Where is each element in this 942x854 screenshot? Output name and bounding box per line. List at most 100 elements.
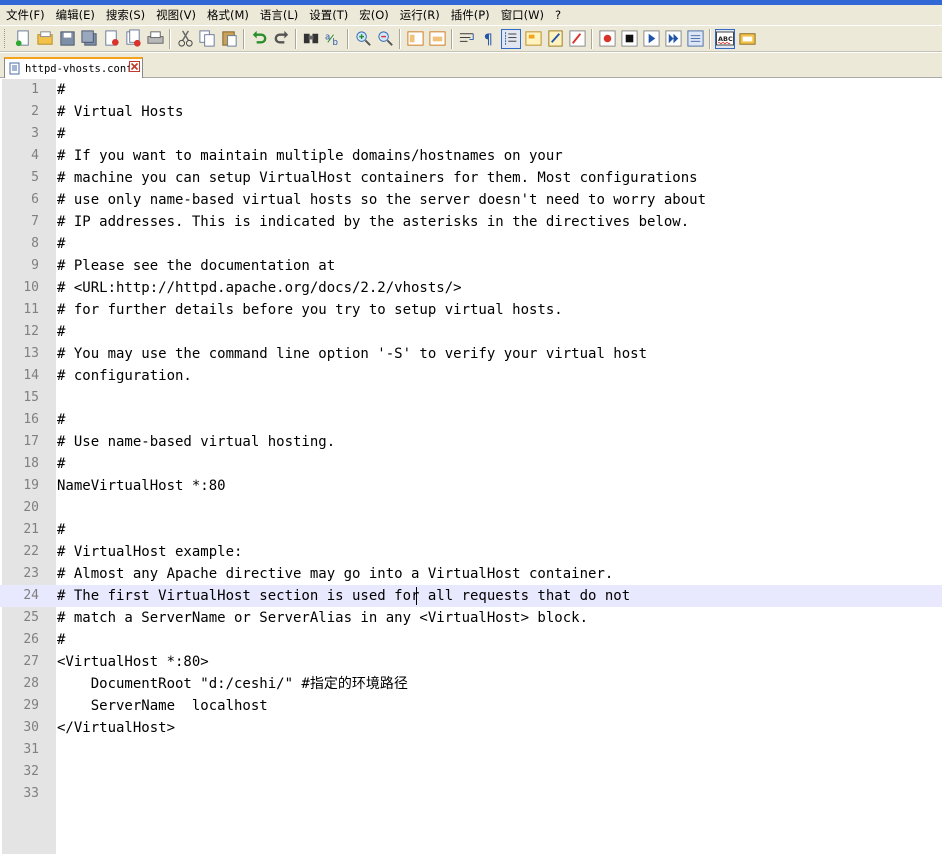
redo-icon[interactable]	[271, 29, 291, 49]
doc-map-icon[interactable]	[545, 29, 565, 49]
code-line[interactable]: 6 # use only name-based virtual hosts so …	[0, 189, 942, 211]
menu-item[interactable]: 编辑(E)	[50, 5, 100, 25]
code-line[interactable]: 23 # Almost any Apache directive may go i…	[0, 563, 942, 585]
toolbar-grip[interactable]	[4, 29, 8, 48]
code-line[interactable]: 27 <VirtualHost *:80>	[0, 651, 942, 673]
menu-item[interactable]: 宏(O)	[353, 5, 394, 25]
code-text: #	[57, 632, 66, 648]
line-number: 25	[23, 610, 39, 625]
code-line[interactable]: 17 # Use name-based virtual hosting.	[0, 431, 942, 453]
print-icon[interactable]	[145, 29, 165, 49]
code-text: # IP addresses. This is indicated by the…	[57, 214, 690, 230]
menu-item[interactable]: 设置(T)	[303, 5, 353, 25]
code-line[interactable]: 29 ServerName localhost	[0, 695, 942, 717]
tab-bar: httpd-vhosts.conf	[0, 53, 942, 78]
code-line[interactable]: 33	[0, 783, 942, 805]
new-file-icon[interactable]	[13, 29, 33, 49]
code-line[interactable]: 19 NameVirtualHost *:80	[0, 475, 942, 497]
save-macro-icon[interactable]	[685, 29, 705, 49]
close-all-icon[interactable]	[123, 29, 143, 49]
code-line[interactable]: 22 # VirtualHost example:	[0, 541, 942, 563]
code-line[interactable]: 12 #	[0, 321, 942, 343]
code-text: # Please see the documentation at	[57, 258, 336, 274]
paste-icon[interactable]	[219, 29, 239, 49]
code-line[interactable]: 14 # configuration.	[0, 365, 942, 387]
spell-check-icon[interactable]: ABC	[715, 28, 735, 49]
menu-item[interactable]: 文件(F)	[0, 5, 50, 25]
record-macro-icon[interactable]	[597, 29, 617, 49]
replace-icon[interactable]: ab	[323, 29, 343, 49]
text-editor[interactable]: 1 #2 # Virtual Hosts 3 #4 # If you want to ma…	[0, 79, 942, 854]
code-line[interactable]: 8 #	[0, 233, 942, 255]
line-number: 5	[31, 170, 39, 185]
menu-item[interactable]: 插件(P)	[445, 5, 495, 25]
indent-guide-icon[interactable]	[501, 28, 521, 49]
line-number: 26	[23, 632, 39, 647]
menu-item[interactable]: ?	[549, 5, 566, 25]
tab-httpd-vhosts[interactable]: httpd-vhosts.conf	[4, 57, 143, 78]
toolbar-separator	[451, 28, 453, 49]
open-file-icon[interactable]	[35, 29, 55, 49]
code-line[interactable]: 31	[0, 739, 942, 761]
menu-item[interactable]: 窗口(W)	[495, 5, 549, 25]
user-language-icon[interactable]	[523, 29, 543, 49]
find-icon[interactable]	[301, 29, 321, 49]
code-line[interactable]: 32	[0, 761, 942, 783]
code-line[interactable]: 30 </VirtualHost>	[0, 717, 942, 739]
line-number: 11	[23, 302, 39, 317]
menu-item[interactable]: 格式(M)	[201, 5, 254, 25]
code-line[interactable]: 1 #	[0, 79, 942, 101]
toolbar-separator	[347, 28, 349, 49]
save-icon[interactable]	[57, 29, 77, 49]
code-line[interactable]: 21 #	[0, 519, 942, 541]
code-line[interactable]: 7 # IP addresses. This is indicated by th…	[0, 211, 942, 233]
code-line[interactable]: 10 # <URL:http://httpd.apache.org/docs/2.…	[0, 277, 942, 299]
zoom-in-icon[interactable]	[353, 29, 373, 49]
stop-macro-icon[interactable]	[619, 29, 639, 49]
line-number: 8	[31, 236, 39, 251]
code-text: <VirtualHost *:80>	[57, 654, 209, 670]
code-line[interactable]: 11 # for further details before you try t…	[0, 299, 942, 321]
show-all-chars-icon[interactable]: ¶	[479, 29, 499, 49]
code-line[interactable]: 15	[0, 387, 942, 409]
code-line[interactable]: 3 #	[0, 123, 942, 145]
code-line[interactable]: 28 DocumentRoot "d:/ceshi/" #指定的环境路径	[0, 673, 942, 695]
code-line[interactable]: 5 # machine you can setup VirtualHost con…	[0, 167, 942, 189]
current-line[interactable]: 24 # The first VirtualHost section is use…	[0, 585, 942, 607]
code-line[interactable]: 18 #	[0, 453, 942, 475]
play-macro-icon[interactable]	[641, 29, 661, 49]
code-line[interactable]: 16 #	[0, 409, 942, 431]
preview-icon[interactable]	[737, 29, 757, 49]
code-line[interactable]: 25 # match a ServerName or ServerAlias in…	[0, 607, 942, 629]
code-line[interactable]: 13 # You may use the command line option …	[0, 343, 942, 365]
line-number: 15	[23, 390, 39, 405]
word-wrap-icon[interactable]	[457, 29, 477, 49]
code-line[interactable]: 4 # If you want to maintain multiple doma…	[0, 145, 942, 167]
copy-icon[interactable]	[197, 29, 217, 49]
code-text: # You may use the command line option '-…	[57, 346, 648, 362]
menu-item[interactable]: 语言(L)	[254, 5, 303, 25]
code-line[interactable]: 20	[0, 497, 942, 519]
save-all-icon[interactable]	[79, 29, 99, 49]
code-line[interactable]: 2 # Virtual Hosts	[0, 101, 942, 123]
sync-horizontal-icon[interactable]	[427, 29, 447, 49]
code-text: #	[57, 324, 66, 340]
menu-item[interactable]: 运行(R)	[394, 5, 445, 25]
toolbar-separator	[243, 28, 245, 49]
svg-text:a: a	[324, 32, 329, 42]
sync-vertical-icon[interactable]	[405, 29, 425, 49]
run-macro-multiple-icon[interactable]	[663, 29, 683, 49]
menu-item[interactable]: 视图(V)	[150, 5, 201, 25]
code-line[interactable]: 26 #	[0, 629, 942, 651]
line-number: 6	[31, 192, 39, 207]
undo-icon[interactable]	[249, 29, 269, 49]
zoom-out-icon[interactable]	[375, 29, 395, 49]
cut-icon[interactable]	[175, 29, 195, 49]
close-tab-icon[interactable]	[129, 61, 140, 72]
close-icon[interactable]	[101, 29, 121, 49]
code-text: # Almost any Apache directive may go int…	[57, 566, 614, 582]
spell-check-label: ABC	[718, 35, 733, 43]
function-list-icon[interactable]	[567, 29, 587, 49]
code-line[interactable]: 9 # Please see the documentation at	[0, 255, 942, 277]
menu-item[interactable]: 搜索(S)	[100, 5, 150, 25]
